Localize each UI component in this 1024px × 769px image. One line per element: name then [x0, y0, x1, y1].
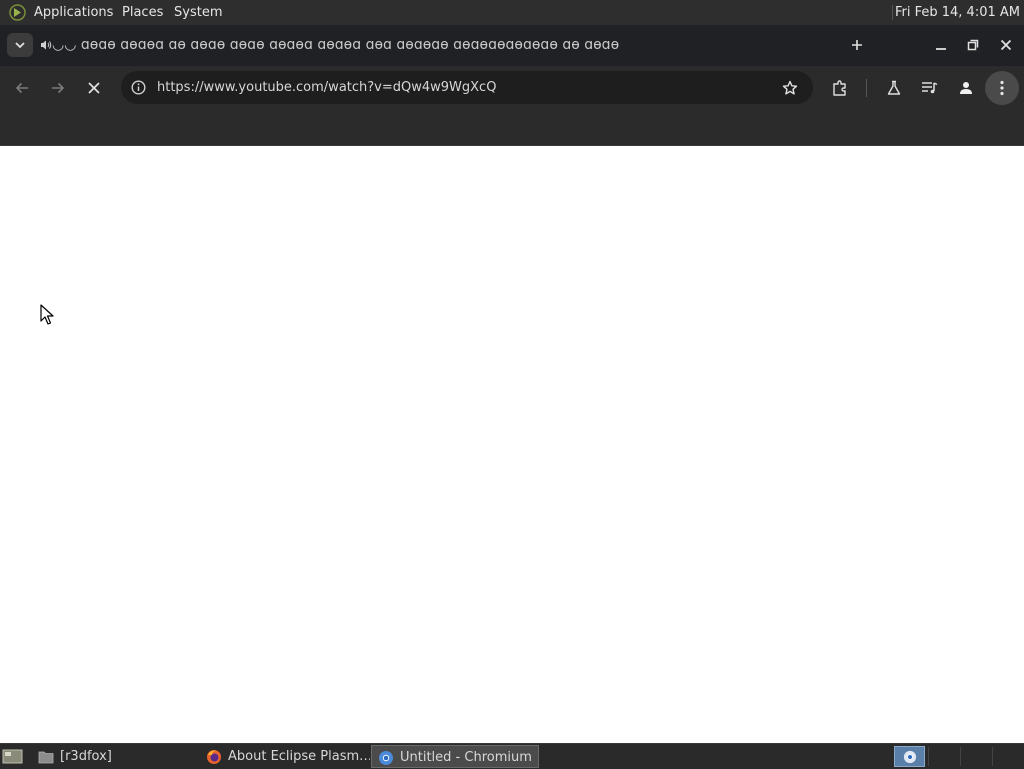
- tab-strip: ◡◡ ɑɵɑɵ ɑɵɑɵɑ ɑɵ ɑɵɑɵ ɑɵɑɵ ɑɵɑɵɑ ɑɵɑɵɑ ɑ…: [0, 25, 1024, 66]
- show-desktop-icon[interactable]: [2, 748, 23, 765]
- browser-menu-button[interactable]: [985, 71, 1019, 105]
- taskbar-item-label: [r3dfox]: [60, 749, 112, 764]
- distro-logo-icon[interactable]: [9, 4, 26, 21]
- arrow-right-icon: [52, 82, 65, 94]
- puzzle-piece-icon: [833, 80, 846, 96]
- close-icon: [88, 82, 100, 94]
- profile-button[interactable]: [954, 76, 978, 100]
- taskbar-item-label: Untitled - Chromium: [400, 750, 532, 765]
- page-content[interactable]: [0, 145, 1024, 744]
- taskbar-item-label: About Eclipse Plasm…: [228, 749, 370, 764]
- restore-icon: [967, 39, 979, 51]
- firefox-icon: [207, 750, 221, 764]
- info-icon: [131, 80, 146, 95]
- restore-button[interactable]: [962, 35, 984, 55]
- taskbar: [r3dfox] About Eclipse Plasm… Untitled -…: [0, 743, 1024, 769]
- taskbar-item-about-eclipse[interactable]: About Eclipse Plasm…: [200, 745, 370, 768]
- workspace-divider: [928, 747, 929, 766]
- more-vertical-icon: [1000, 80, 1004, 96]
- taskbar-item-r3dfox[interactable]: [r3dfox]: [32, 745, 200, 768]
- applications-menu[interactable]: Applications: [34, 4, 113, 21]
- new-tab-button[interactable]: [846, 35, 868, 55]
- forward-button[interactable]: [45, 76, 71, 100]
- workspace-divider: [960, 747, 961, 766]
- person-icon: [960, 82, 972, 94]
- panel-separator: [892, 5, 893, 20]
- minimize-button[interactable]: [930, 35, 952, 55]
- url-text[interactable]: https://www.youtube.com/watch?v=dQw4w9Wg…: [157, 71, 496, 104]
- close-window-button[interactable]: [995, 35, 1017, 55]
- minimize-icon: [936, 48, 946, 50]
- labs-button[interactable]: [882, 76, 906, 100]
- chromium-icon: [379, 751, 393, 765]
- back-button[interactable]: [9, 76, 35, 100]
- extensions-button[interactable]: [828, 76, 852, 100]
- plus-icon: [852, 40, 862, 50]
- taskbar-item-chromium[interactable]: Untitled - Chromium: [371, 745, 539, 768]
- places-menu[interactable]: Places: [122, 4, 163, 21]
- site-info-button[interactable]: [129, 78, 148, 97]
- workspace-switcher[interactable]: [894, 746, 925, 767]
- toolbar-divider: [866, 79, 867, 97]
- workspace-divider: [992, 747, 993, 766]
- address-bar[interactable]: https://www.youtube.com/watch?v=dQw4w9Wg…: [121, 71, 813, 104]
- folder-icon: [38, 751, 54, 764]
- clock[interactable]: Fri Feb 14, 4:01 AM: [895, 4, 1020, 21]
- playlist-music-icon: [922, 82, 938, 94]
- close-icon: [1000, 39, 1012, 51]
- top-panel: Applications Places System Fri Feb 14, 4…: [0, 0, 1024, 25]
- browser-toolbar: https://www.youtube.com/watch?v=dQw4w9Wg…: [0, 66, 1024, 110]
- system-menu[interactable]: System: [174, 4, 222, 21]
- tab-search-button[interactable]: [7, 33, 33, 57]
- media-controls-button[interactable]: [918, 76, 942, 100]
- chevron-down-icon: [15, 42, 25, 49]
- stop-loading-button[interactable]: [81, 76, 107, 100]
- arrow-left-icon: [15, 82, 28, 94]
- star-icon: [782, 80, 797, 95]
- flask-icon: [887, 80, 901, 95]
- bookmark-star-button[interactable]: [780, 78, 799, 97]
- mouse-cursor-icon: [40, 304, 54, 325]
- audio-playing-icon[interactable]: [40, 39, 52, 51]
- tab-title[interactable]: ◡◡ ɑɵɑɵ ɑɵɑɵɑ ɑɵ ɑɵɑɵ ɑɵɑɵ ɑɵɑɵɑ ɑɵɑɵɑ ɑ…: [52, 35, 812, 55]
- chromium-icon: [903, 750, 916, 763]
- bookmarks-bar: [0, 110, 1024, 145]
